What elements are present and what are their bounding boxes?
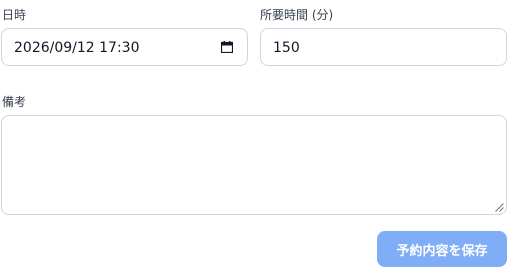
datetime-value: 2026/09/12 17:30 xyxy=(14,40,140,56)
reservation-form: 日時 2026/09/12 17:30 所要時間 (分) 150 備考 予約内容… xyxy=(0,0,508,275)
notes-textarea[interactable] xyxy=(1,115,507,215)
duration-input[interactable]: 150 xyxy=(260,28,507,66)
resize-handle-icon[interactable] xyxy=(495,203,504,212)
datetime-label: 日時 xyxy=(2,8,27,22)
calendar-icon[interactable] xyxy=(221,41,233,53)
notes-label: 備考 xyxy=(2,95,27,109)
duration-value: 150 xyxy=(273,40,300,56)
save-button[interactable]: 予約内容を保存 xyxy=(377,231,507,267)
duration-label: 所要時間 (分) xyxy=(260,8,334,22)
datetime-input[interactable]: 2026/09/12 17:30 xyxy=(1,28,248,66)
